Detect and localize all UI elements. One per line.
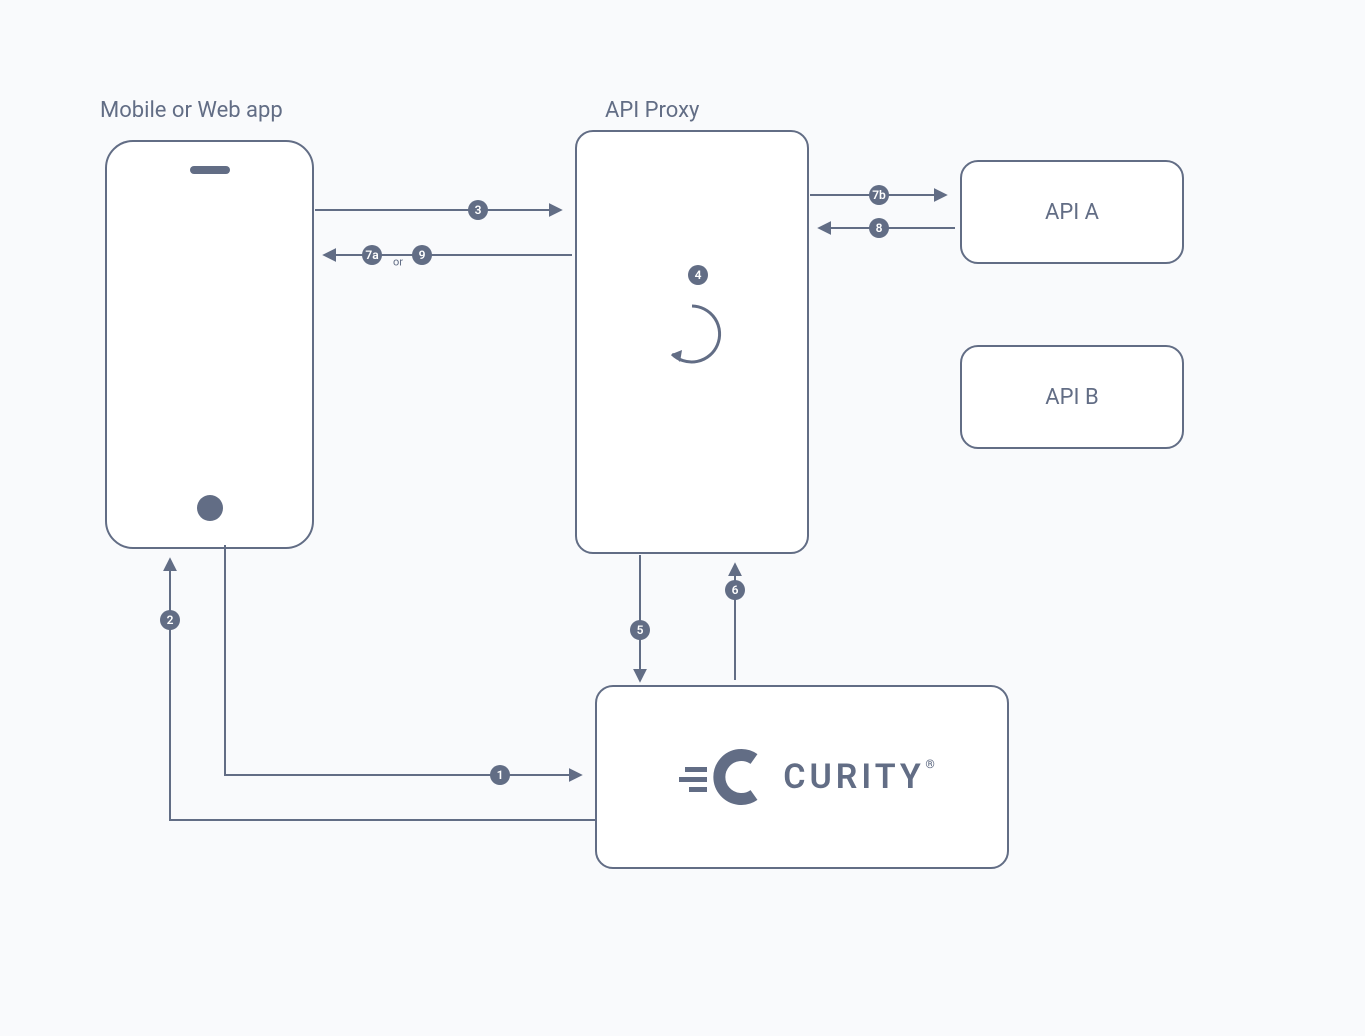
node-api-a: API A [960, 160, 1184, 264]
node-api-b: API B [960, 345, 1184, 449]
node-mobile-app [105, 140, 314, 549]
api-a-label: API A [1045, 200, 1099, 225]
phone-speaker-icon [190, 166, 230, 174]
badge-6: 6 [725, 580, 745, 600]
badge-1: 1 [490, 765, 510, 785]
node-curity: CURITY® [595, 685, 1009, 869]
badge-8: 8 [869, 218, 889, 238]
badge-5: 5 [630, 620, 650, 640]
curity-wordmark: CURITY® [783, 757, 925, 797]
badge-2: 2 [160, 610, 180, 630]
phone-home-button-icon [197, 495, 223, 521]
badge-4: 4 [688, 265, 708, 285]
or-label: or [393, 256, 403, 269]
label-app: Mobile or Web app [100, 98, 283, 123]
diagram-canvas: Mobile or Web app API Proxy API A API B [0, 0, 1365, 1036]
badge-9: 9 [412, 245, 432, 265]
label-proxy: API Proxy [605, 98, 699, 123]
badge-7b: 7b [869, 185, 889, 205]
badge-3: 3 [468, 200, 488, 220]
node-api-proxy [575, 130, 809, 554]
cycle-icon [652, 294, 732, 374]
api-b-label: API B [1045, 385, 1098, 410]
curity-logo-icon [679, 747, 769, 807]
badge-7a: 7a [362, 245, 382, 265]
